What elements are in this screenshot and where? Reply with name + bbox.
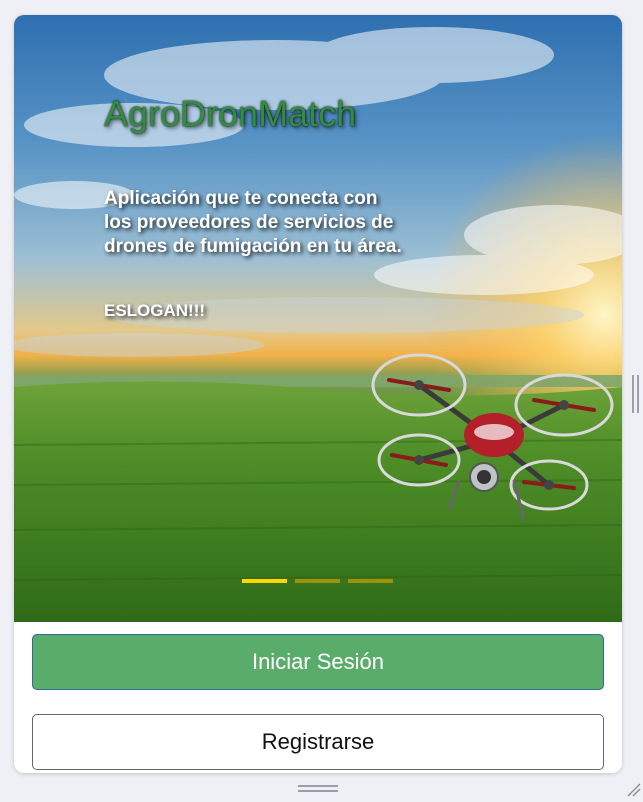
resize-grip-icon[interactable]	[626, 782, 642, 798]
hero-carousel[interactable]: AgroDronMatch Aplicación que te conecta …	[14, 15, 622, 622]
drone-image	[371, 353, 614, 521]
app-slogan: ESLOGAN!!!	[104, 301, 206, 320]
login-button[interactable]: Iniciar Sesión	[32, 634, 604, 690]
carousel-indicator-1[interactable]	[242, 579, 287, 583]
carousel-indicator-2[interactable]	[295, 579, 340, 583]
app-title: AgroDronMatch	[104, 93, 357, 134]
bottom-resize-handle[interactable]	[298, 785, 338, 793]
welcome-card: AgroDronMatch Aplicación que te conecta …	[14, 15, 622, 773]
side-resize-handle[interactable]	[632, 375, 640, 413]
app-description: Aplicación que te conecta con los provee…	[104, 188, 402, 257]
carousel-indicators	[242, 579, 393, 583]
register-button[interactable]: Registrarse	[32, 714, 604, 770]
carousel-indicator-3[interactable]	[348, 579, 393, 583]
